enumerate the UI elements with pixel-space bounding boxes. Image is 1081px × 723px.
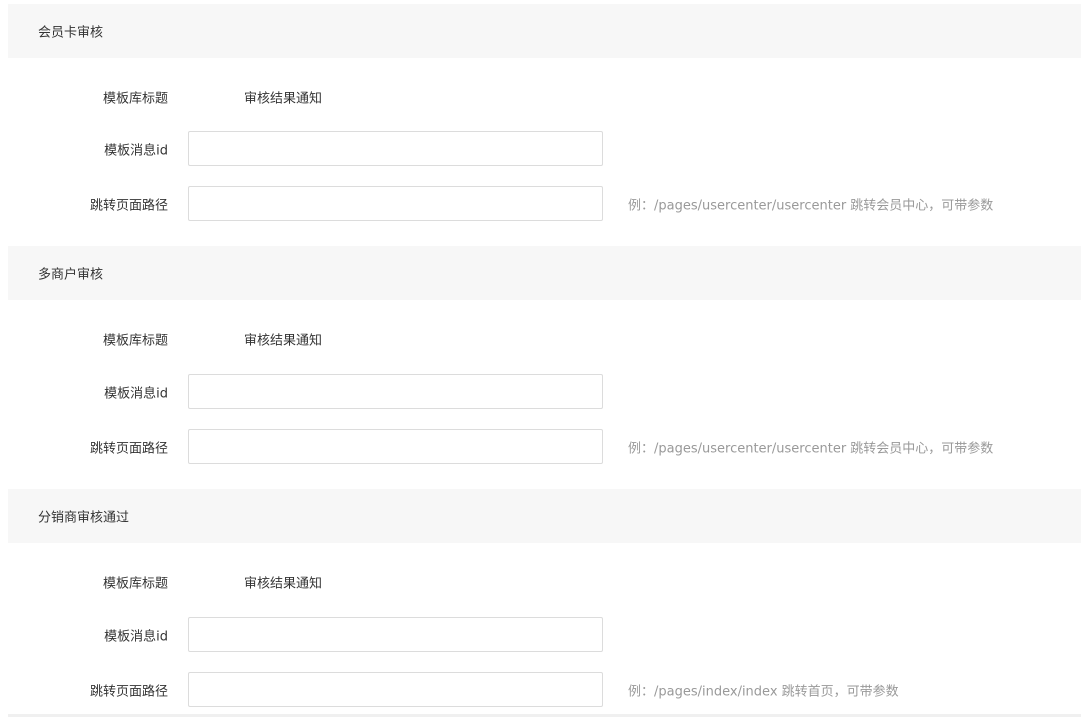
template-library-title-value: 审核结果通知 bbox=[244, 91, 323, 106]
template-library-title-label: 模板库标题 bbox=[102, 91, 168, 106]
jump-path-hint: 例：/pages/usercenter/usercenter 跳转会员中心，可带… bbox=[628, 441, 994, 456]
jump-path-input[interactable] bbox=[188, 429, 603, 464]
template-message-id-input[interactable] bbox=[188, 617, 603, 652]
jump-path-label: 跳转页面路径 bbox=[89, 684, 168, 699]
jump-path-hint: 例：/pages/index/index 跳转首页，可带参数 bbox=[628, 684, 899, 699]
row-template-message-id: 模板消息id bbox=[0, 617, 1081, 652]
row-template-library-title: 模板库标题 审核结果通知 bbox=[0, 321, 1081, 356]
template-library-title-value: 审核结果通知 bbox=[244, 333, 323, 348]
template-message-id-input[interactable] bbox=[188, 374, 603, 409]
section-header-membership-card-review: 会员卡审核 bbox=[8, 4, 1081, 58]
row-jump-path: 跳转页面路径 例：/pages/index/index 跳转首页，可带参数 bbox=[0, 672, 1081, 707]
template-message-id-label: 模板消息id bbox=[104, 386, 168, 401]
notification-settings-page: 会员卡审核 模板库标题 审核结果通知 模板消息id 跳转页面路径 例：/page… bbox=[0, 0, 1081, 723]
section-title: 分销商审核通过 bbox=[38, 510, 130, 526]
jump-path-input[interactable] bbox=[188, 186, 603, 221]
bottom-divider bbox=[8, 714, 1081, 717]
template-message-id-label: 模板消息id bbox=[104, 143, 168, 158]
row-template-library-title: 模板库标题 审核结果通知 bbox=[0, 564, 1081, 599]
row-template-library-title: 模板库标题 审核结果通知 bbox=[0, 79, 1081, 114]
jump-path-label: 跳转页面路径 bbox=[89, 198, 168, 213]
row-jump-path: 跳转页面路径 例：/pages/usercenter/usercenter 跳转… bbox=[0, 186, 1081, 221]
template-message-id-input[interactable] bbox=[188, 131, 603, 166]
template-library-title-label: 模板库标题 bbox=[102, 576, 168, 591]
jump-path-label: 跳转页面路径 bbox=[89, 441, 168, 456]
jump-path-input[interactable] bbox=[188, 672, 603, 707]
section-title: 多商户审核 bbox=[38, 267, 104, 283]
section-title: 会员卡审核 bbox=[38, 25, 104, 41]
section-header-distributor-review-approved: 分销商审核通过 bbox=[8, 489, 1081, 543]
row-template-message-id: 模板消息id bbox=[0, 374, 1081, 409]
template-message-id-label: 模板消息id bbox=[104, 629, 168, 644]
jump-path-hint: 例：/pages/usercenter/usercenter 跳转会员中心，可带… bbox=[628, 198, 994, 213]
section-header-multi-merchant-review: 多商户审核 bbox=[8, 246, 1081, 300]
row-template-message-id: 模板消息id bbox=[0, 131, 1081, 166]
template-library-title-value: 审核结果通知 bbox=[244, 576, 323, 591]
row-jump-path: 跳转页面路径 例：/pages/usercenter/usercenter 跳转… bbox=[0, 429, 1081, 464]
template-library-title-label: 模板库标题 bbox=[102, 333, 168, 348]
